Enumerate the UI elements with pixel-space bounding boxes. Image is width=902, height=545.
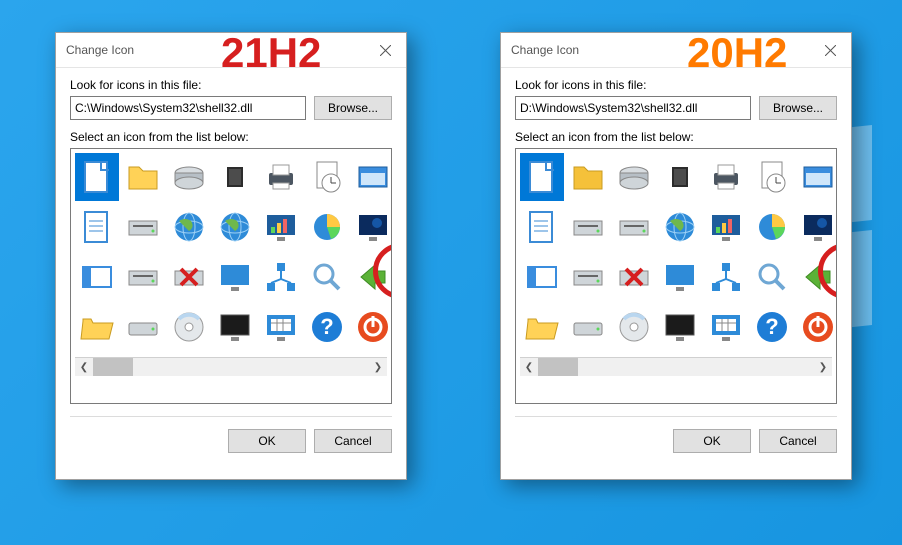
clock-document-icon[interactable] [750,153,794,201]
network-nodes-icon[interactable] [704,253,748,301]
magnifier-icon[interactable] [305,253,349,301]
close-icon[interactable] [364,33,406,67]
folder-icon[interactable] [121,153,165,201]
text-document-icon[interactable] [75,203,119,251]
monitor-calendar-icon[interactable] [259,303,303,351]
dialog-title: Change Icon [66,43,134,57]
window-run-icon[interactable] [351,153,392,201]
help-circle-icon[interactable]: ? [750,303,794,351]
text-document-icon[interactable] [520,203,564,251]
window-sidebar-icon[interactable] [75,253,119,301]
titlebar[interactable]: Change Icon [501,33,851,68]
scroll-thumb[interactable] [538,358,578,376]
cancel-button[interactable]: Cancel [314,429,392,453]
network-nodes-icon[interactable] [259,253,303,301]
floppy-drive-icon[interactable] [566,253,610,301]
look-for-icons-label: Look for icons in this file: [515,78,837,92]
drive-slot-icon[interactable] [121,253,165,301]
icon-path-input[interactable] [515,96,751,120]
monitor-calendar-icon[interactable] [704,303,748,351]
close-icon[interactable] [809,33,851,67]
icon-grid[interactable]: ? [520,153,832,351]
version-annotation-20h2: 20H2 [687,29,787,77]
printer-icon[interactable] [259,153,303,201]
version-annotation-21h2: 21H2 [221,29,321,77]
power-circle-icon[interactable] [796,303,837,351]
monitor-chart-icon[interactable] [259,203,303,251]
hard-drive-3d-icon[interactable] [612,153,656,201]
scroll-left-icon[interactable]: ❮ [520,358,538,376]
ok-button[interactable]: OK [673,429,751,453]
cancel-button[interactable]: Cancel [759,429,837,453]
monitor-off-icon[interactable] [213,303,257,351]
icon-list-box: ? ❮ ❯ [70,148,392,404]
hard-drive-icon[interactable] [566,303,610,351]
optical-disc-icon[interactable] [612,303,656,351]
horizontal-scrollbar[interactable]: ❮ ❯ [520,357,832,376]
optical-disc-icon[interactable] [167,303,211,351]
printer-3d-icon[interactable] [704,153,748,201]
dialog-title: Change Icon [511,43,579,57]
monitor-off-icon[interactable] [658,303,702,351]
hard-drive-icon[interactable] [121,303,165,351]
change-icon-dialog-20h2: 20H2 Change Icon Look for icons in this … [500,32,852,480]
folder-icon[interactable] [566,153,610,201]
window-blank-icon[interactable] [520,253,564,301]
pie-chart-icon[interactable] [305,203,349,251]
scroll-right-icon[interactable]: ❯ [369,358,387,376]
drive-bay-icon[interactable] [121,203,165,251]
monitor-chart-icon[interactable] [704,203,748,251]
hard-drive-top-icon[interactable] [167,153,211,201]
change-icon-dialog-21h2: 21H2 Change Icon Look for icons in this … [55,32,407,480]
blank-document-icon[interactable] [75,153,119,201]
select-icon-label: Select an icon from the list below: [70,130,392,144]
monitor-night-icon[interactable] [351,203,392,251]
drive-red-x-icon[interactable] [167,253,211,301]
horizontal-scrollbar[interactable]: ❮ ❯ [75,357,387,376]
drive-bay-3d-icon[interactable] [566,203,610,251]
magnifier-icon[interactable] [750,253,794,301]
blank-document-icon[interactable] [520,153,564,201]
window-run-icon[interactable] [796,153,837,201]
drive-red-x-icon[interactable] [612,253,656,301]
monitor-box-icon[interactable] [796,203,837,251]
svg-text:?: ? [320,314,333,339]
ok-button[interactable]: OK [228,429,306,453]
globe-blue-icon[interactable] [167,203,211,251]
power-circle-icon[interactable] [351,303,392,351]
chip-3d-icon[interactable] [658,153,702,201]
help-circle-icon[interactable]: ? [305,303,349,351]
icon-grid[interactable]: ? [75,153,387,351]
svg-text:?: ? [765,314,778,339]
monitor-icon[interactable] [213,253,257,301]
scroll-thumb[interactable] [93,358,133,376]
icon-list-box: ? ❮ ❯ [515,148,837,404]
monitor-icon[interactable] [658,253,702,301]
browse-button[interactable]: Browse... [314,96,392,120]
globe-ie-icon[interactable] [658,203,702,251]
scroll-right-icon[interactable]: ❯ [814,358,832,376]
globe-shaded-icon[interactable] [213,203,257,251]
scroll-left-icon[interactable]: ❮ [75,358,93,376]
icon-path-input[interactable] [70,96,306,120]
select-icon-label: Select an icon from the list below: [515,130,837,144]
drive-light-icon[interactable] [612,203,656,251]
folder-open-icon[interactable] [520,303,564,351]
browse-button[interactable]: Browse... [759,96,837,120]
pie-chart-icon[interactable] [750,203,794,251]
chip-icon[interactable] [213,153,257,201]
clock-document-icon[interactable] [305,153,349,201]
folder-open-icon[interactable] [75,303,119,351]
look-for-icons-label: Look for icons in this file: [70,78,392,92]
